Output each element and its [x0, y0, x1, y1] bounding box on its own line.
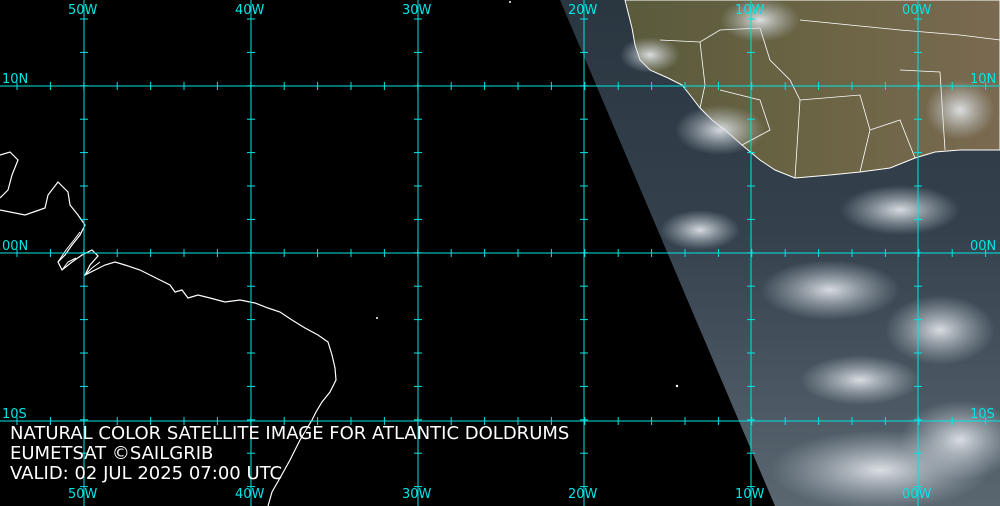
lon-label-bottom-30w: 30W: [402, 487, 432, 502]
lat-label-left-10s: 10S: [2, 407, 27, 422]
caption-title: NATURAL COLOR SATELLITE IMAGE FOR ATLANT…: [10, 423, 570, 444]
lat-label-left-10n: 10N: [2, 72, 29, 87]
map-caption: NATURAL COLOR SATELLITE IMAGE FOR ATLANT…: [10, 424, 569, 484]
lat-label-right-00n: 00N: [970, 239, 997, 254]
island: [376, 317, 378, 319]
lon-label-bottom-50w: 50W: [68, 487, 98, 502]
lon-label-bottom-40w: 40W: [235, 487, 265, 502]
lon-label-top-10w: 10W: [735, 3, 765, 18]
lon-label-bottom-10w: 10W: [735, 487, 765, 502]
lat-label-right-10n: 10N: [970, 72, 997, 87]
island: [675, 384, 679, 388]
caption-valid-time: VALID: 02 JUL 2025 07:00 UTC: [10, 463, 283, 484]
lon-label-top-50w: 50W: [68, 3, 98, 18]
lon-label-top-00w: 00W: [902, 3, 932, 18]
lon-label-bottom-20w: 20W: [568, 487, 598, 502]
lat-label-right-10s: 10S: [970, 407, 995, 422]
lon-label-top-30w: 30W: [402, 3, 432, 18]
caption-credit: EUMETSAT ©SAILGRIB: [10, 443, 214, 464]
lon-label-top-40w: 40W: [235, 3, 265, 18]
lon-label-top-20w: 20W: [568, 3, 598, 18]
lon-label-bottom-00w: 00W: [902, 487, 932, 502]
lat-label-left-00n: 00N: [2, 239, 29, 254]
island: [509, 1, 511, 3]
